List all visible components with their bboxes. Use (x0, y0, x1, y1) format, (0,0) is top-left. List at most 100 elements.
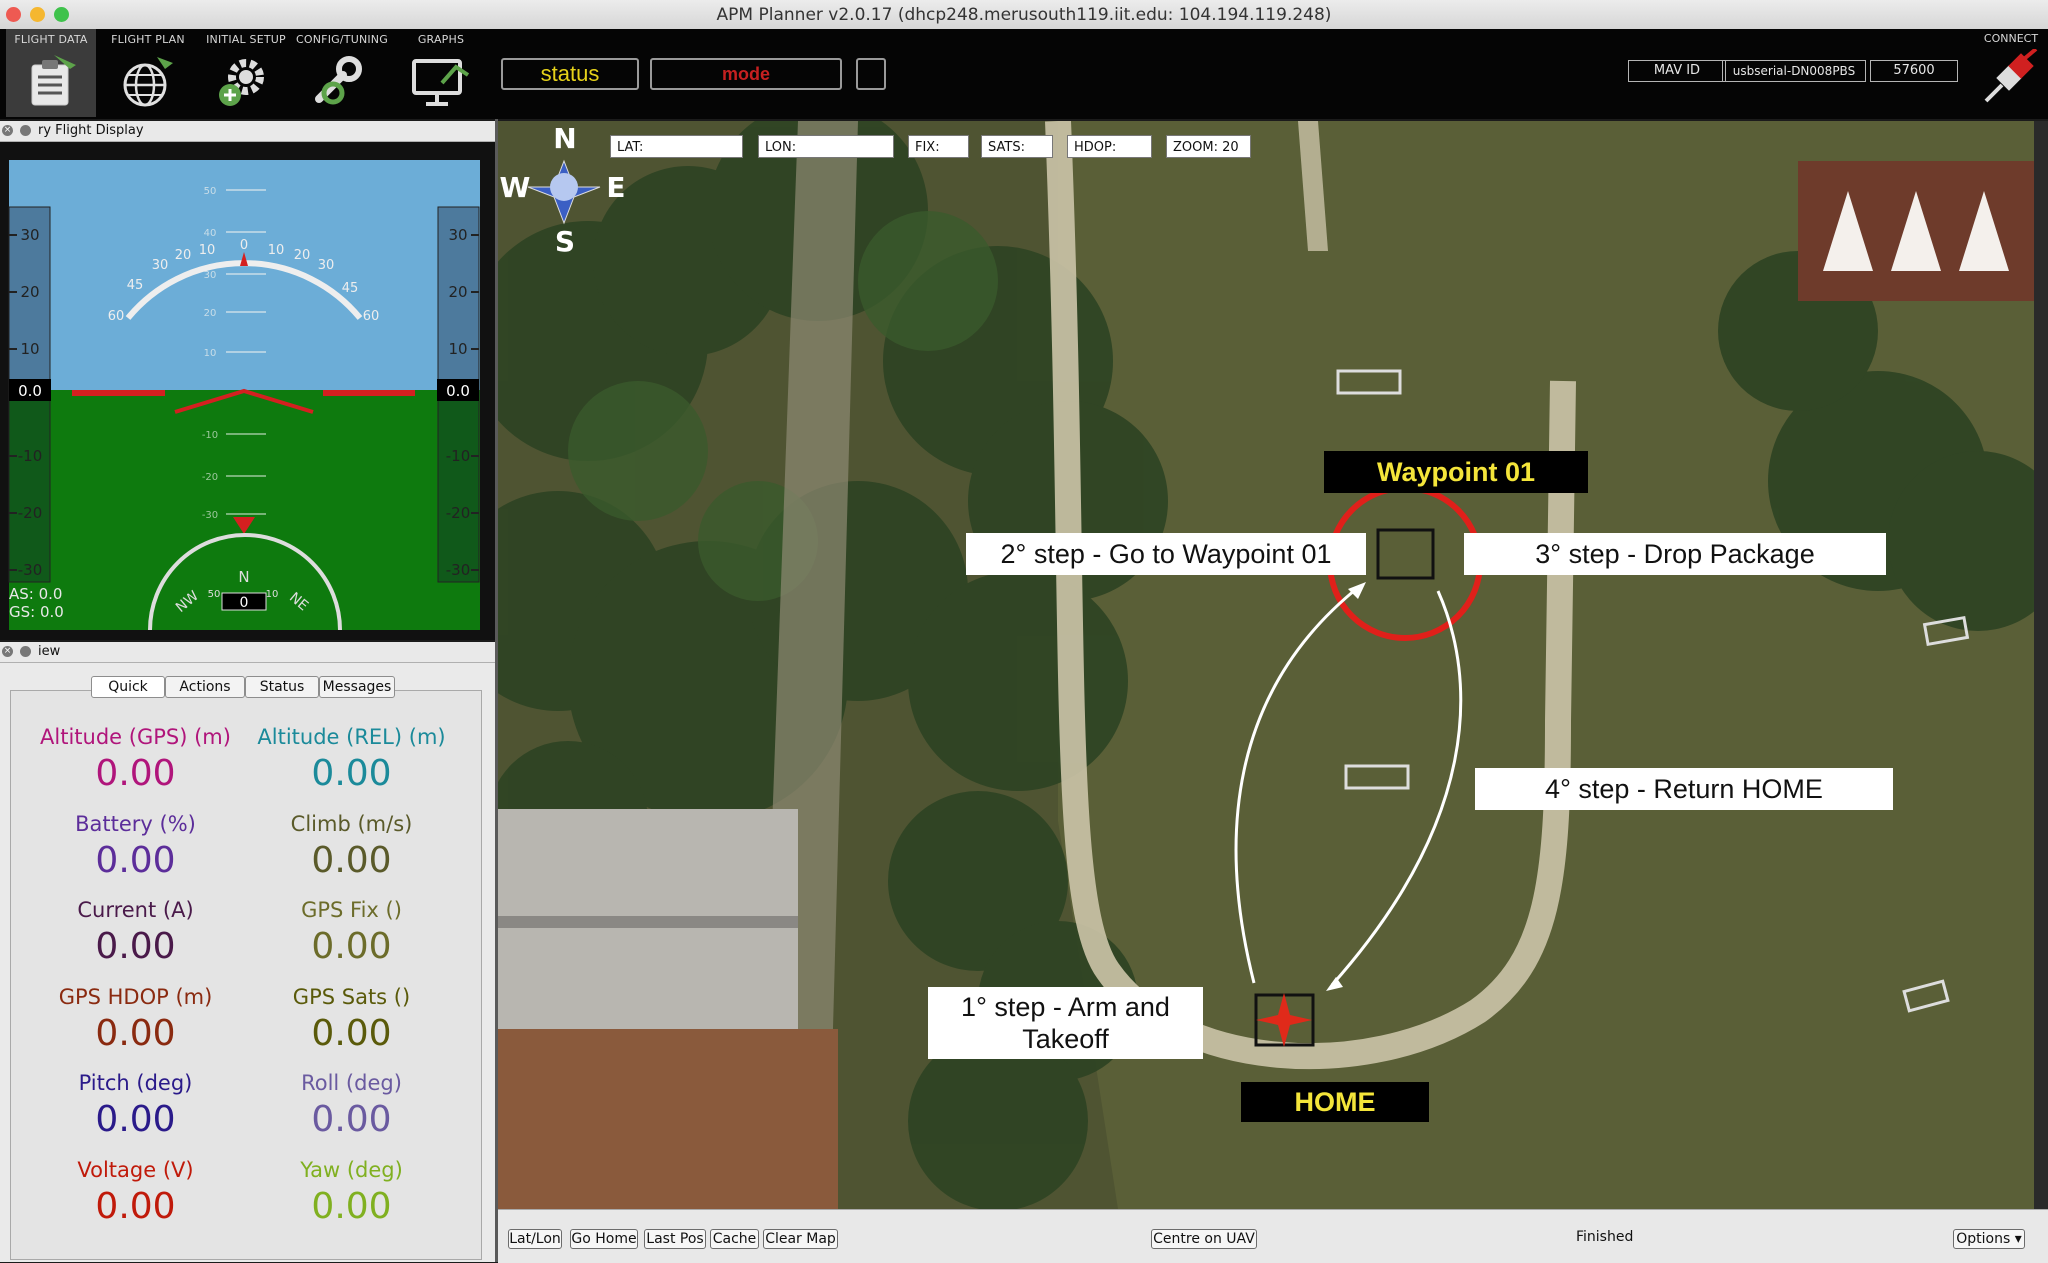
metric-cell[interactable]: Roll (deg) 0.00 (244, 1071, 459, 1140)
compass-e-label: E (606, 171, 625, 204)
compass-w-label: W (500, 171, 531, 204)
left-tape-value: 0.0 (18, 382, 42, 400)
map-bottom-bar: Lat/Lon Go Home Last Pos Cache Clear Map… (498, 1209, 2048, 1263)
close-panel-icon[interactable]: × (2, 125, 13, 136)
hdop-field: HDOP: (1067, 135, 1152, 158)
metric-cell[interactable]: Current (A) 0.00 (28, 898, 243, 967)
metric-label: Climb (m/s) (290, 811, 413, 836)
flight-data-button[interactable]: FLIGHT DATA (6, 29, 96, 117)
metric-cell[interactable]: Altitude (GPS) (m) 0.00 (28, 725, 243, 794)
globe-icon (123, 57, 173, 107)
metric-cell[interactable]: Climb (m/s) 0.00 (244, 812, 459, 881)
lat-lon-button[interactable]: Lat/Lon (508, 1229, 562, 1249)
right-tick-label: 10 (448, 340, 467, 358)
mode-indicator[interactable]: mode (650, 58, 842, 90)
primary-flight-display: 30 20 10 -10 -20 -30 30 20 10 -10 -20 -30 0.0 0.0 … (0, 142, 495, 640)
heading-n-label: N (238, 568, 249, 586)
tab-status[interactable]: Status (245, 676, 319, 698)
extra-indicator[interactable] (856, 58, 886, 90)
metric-label: Current (A) (77, 898, 194, 922)
home-label: HOME (1241, 1082, 1429, 1122)
right-tick-label: 30 (448, 226, 467, 244)
connect-plug-icon[interactable] (1980, 49, 2040, 109)
tab-quick[interactable]: Quick (91, 676, 165, 698)
metric-value: 0.00 (311, 839, 392, 881)
lat-field: LAT: (610, 135, 743, 158)
roll-label: 20 (175, 248, 192, 263)
roll-label: 10 (199, 243, 216, 258)
tab-actions[interactable]: Actions (165, 676, 245, 698)
step1-label: 1° step - Arm and Takeoff (928, 987, 1203, 1059)
last-pos-button[interactable]: Last Pos (644, 1229, 706, 1249)
left-tick-label: 30 (20, 226, 39, 244)
baud-rate-select[interactable]: 57600 (1870, 60, 1958, 82)
metric-value: 0.00 (95, 1099, 176, 1140)
flight-plan-button[interactable]: FLIGHT PLAN (103, 29, 193, 117)
cache-button[interactable]: Cache (710, 1229, 759, 1249)
metric-cell[interactable]: GPS Sats () 0.00 (244, 985, 459, 1054)
metric-label: Pitch (deg) (78, 1071, 193, 1095)
map-imagery: N S E W (498, 121, 2034, 1209)
satellite-map[interactable]: N S E W LAT: LON: FIX: SATS: HDOP: ZOOM:… (498, 121, 2034, 1209)
initial-setup-label: INITIAL SETUP (206, 33, 286, 46)
step1-line2: Takeoff (1022, 1024, 1109, 1054)
sky-area (9, 160, 480, 390)
tab-messages[interactable]: Messages (319, 676, 395, 698)
metric-cell[interactable]: GPS Fix () 0.00 (244, 898, 459, 967)
pitch-label: 30 (204, 270, 217, 281)
roll-label: 60 (363, 309, 380, 324)
roll-label: 60 (108, 309, 125, 324)
graphs-button[interactable]: GRAPHS (396, 29, 486, 117)
metric-label: Altitude (REL) (m) (257, 725, 446, 749)
airspeed-readout: AS: 0.0 (9, 585, 62, 603)
clear-map-button[interactable]: Clear Map (763, 1229, 838, 1249)
window-title-bar: APM Planner v2.0.17 (dhcp248.merusouth11… (0, 0, 2048, 30)
left-tick-label: -20 (18, 504, 43, 522)
metric-cell[interactable]: Yaw (deg) 0.00 (244, 1158, 459, 1227)
metric-value: 0.00 (311, 753, 392, 794)
metric-label: Battery (%) (75, 811, 196, 836)
float-panel-icon[interactable] (20, 646, 31, 657)
roll-label: 10 (268, 243, 285, 258)
connect-label: CONNECT (1983, 32, 2039, 45)
metric-label: Altitude (GPS) (m) (40, 725, 231, 749)
options-button[interactable]: Options ▾ (1953, 1229, 2025, 1249)
metric-label: GPS Sats () (292, 984, 411, 1009)
serial-port-select[interactable]: usbserial-DN008PBS (1722, 60, 1866, 82)
roll-label: 45 (127, 278, 144, 293)
metric-label: Voltage (V) (77, 1157, 194, 1182)
go-home-button[interactable]: Go Home (570, 1229, 638, 1249)
metric-value: 0.00 (95, 839, 176, 881)
roll-label: 20 (294, 248, 311, 263)
step3-label: 3° step - Drop Package (1464, 533, 1886, 575)
metric-cell[interactable]: Battery (%) 0.00 (28, 812, 243, 881)
metric-label: Roll (deg) (301, 1071, 402, 1095)
zoom-field: ZOOM: 20 (1166, 135, 1251, 158)
metric-value: 0.00 (95, 1185, 176, 1227)
initial-setup-button[interactable]: INITIAL SETUP (201, 29, 291, 117)
pitch-label: -10 (202, 430, 218, 441)
roll-label: 30 (318, 258, 335, 273)
centre-on-uav-button[interactable]: Centre on UAV (1151, 1229, 1257, 1249)
float-panel-icon[interactable] (20, 125, 31, 136)
metric-cell[interactable]: Altitude (REL) (m) 0.00 (244, 725, 459, 794)
mav-id-field[interactable]: MAV ID (1628, 60, 1726, 82)
metric-cell[interactable]: Pitch (deg) 0.00 (28, 1071, 243, 1140)
flight-data-label: FLIGHT DATA (14, 33, 88, 46)
pitch-label: 40 (204, 228, 217, 239)
heading-value: 0 (240, 595, 249, 611)
map-scrollbar[interactable] (2034, 121, 2048, 1209)
right-tick-label: 20 (448, 283, 467, 301)
metric-cell[interactable]: Voltage (V) 0.00 (28, 1158, 243, 1227)
metric-value: 0.00 (95, 1012, 176, 1054)
graphs-label: GRAPHS (417, 33, 465, 46)
metric-cell[interactable]: GPS HDOP (m) 0.00 (28, 985, 243, 1054)
metric-label: Yaw (deg) (300, 1157, 403, 1182)
status-indicator[interactable]: status (501, 58, 639, 90)
metric-value: 0.00 (95, 926, 176, 967)
metric-label: GPS Fix () (301, 898, 402, 922)
fix-field: FIX: (908, 135, 969, 158)
config-tuning-button[interactable]: CONFIG/TUNING (296, 29, 388, 117)
close-panel-icon[interactable]: × (2, 646, 13, 657)
metric-value: 0.00 (311, 1012, 392, 1054)
